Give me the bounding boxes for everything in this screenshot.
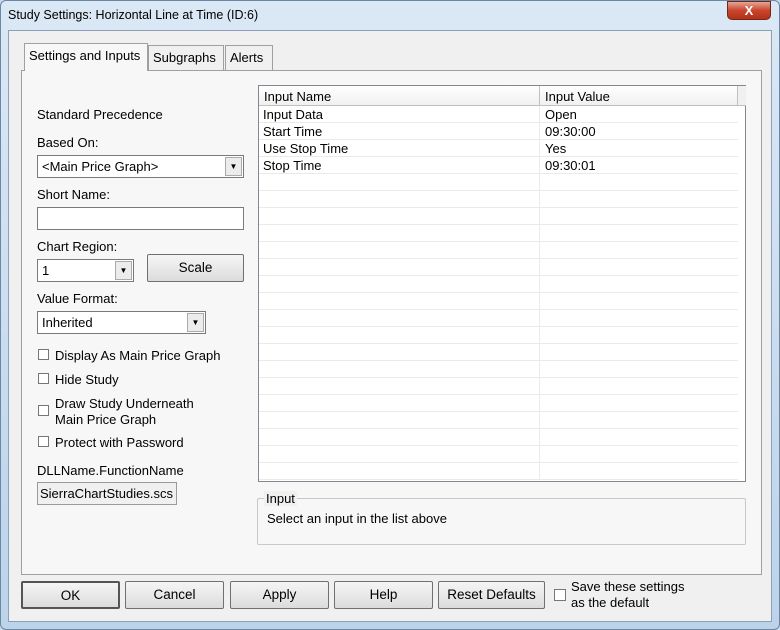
chart-region-value: 1 [42, 263, 50, 278]
table-row[interactable] [259, 276, 738, 293]
value-format-select[interactable]: Inherited ▼ [37, 311, 206, 334]
table-row[interactable] [259, 429, 738, 446]
input-name-cell: Start Time [263, 124, 323, 139]
based-on-label: Based On: [37, 135, 99, 150]
tab-alerts[interactable]: Alerts [225, 45, 273, 70]
tab-subgraphs[interactable]: Subgraphs [148, 45, 224, 70]
table-row[interactable]: Start Time 09:30:00 [259, 123, 738, 140]
input-description: Select an input in the list above [267, 511, 447, 526]
input-name-cell: Input Data [263, 107, 323, 122]
ok-button[interactable]: OK [21, 581, 120, 609]
based-on-value: <Main Price Graph> [42, 159, 159, 174]
table-row[interactable] [259, 412, 738, 429]
draw-underneath-checkbox[interactable] [38, 405, 49, 416]
standard-precedence-label: Standard Precedence [37, 107, 163, 122]
reset-defaults-button[interactable]: Reset Defaults [438, 581, 545, 609]
table-row[interactable] [259, 191, 738, 208]
table-row[interactable] [259, 225, 738, 242]
header-filler [738, 86, 746, 106]
save-default-label-2: as the default [571, 595, 650, 610]
table-row[interactable]: Stop Time 09:30:01 [259, 157, 738, 174]
table-row[interactable] [259, 361, 738, 378]
value-format-value: Inherited [42, 315, 93, 330]
chart-region-label: Chart Region: [37, 239, 118, 254]
column-header-input-value[interactable]: Input Value [540, 86, 738, 106]
apply-button[interactable]: Apply [230, 581, 329, 609]
table-row[interactable]: Input Data Open [259, 106, 738, 123]
table-row[interactable] [259, 446, 738, 463]
chevron-down-icon: ▼ [115, 261, 132, 280]
table-row[interactable] [259, 463, 738, 480]
chevron-down-icon: ▼ [225, 157, 242, 176]
table-row[interactable] [259, 378, 738, 395]
input-value-cell[interactable]: 09:30:01 [545, 158, 596, 173]
chart-region-select[interactable]: 1 ▼ [37, 259, 134, 282]
chevron-down-icon: ▼ [187, 313, 204, 332]
scale-button[interactable]: Scale [147, 254, 244, 282]
value-format-label: Value Format: [37, 291, 118, 306]
dll-field: SierraChartStudies.scs [37, 482, 177, 505]
display-as-main-checkbox[interactable] [38, 349, 49, 360]
tab-settings-and-inputs[interactable]: Settings and Inputs [24, 43, 148, 71]
input-value-cell[interactable]: Yes [545, 141, 566, 156]
based-on-select[interactable]: <Main Price Graph> ▼ [37, 155, 244, 178]
table-row[interactable] [259, 344, 738, 361]
table-row[interactable] [259, 208, 738, 225]
save-default-checkbox[interactable] [554, 589, 566, 601]
hide-study-checkbox[interactable] [38, 373, 49, 384]
inputs-grid: Input Name Input Value Input Data Open Sta… [258, 85, 746, 482]
column-header-input-name[interactable]: Input Name [259, 86, 540, 106]
close-button[interactable]: X [727, 1, 771, 20]
cancel-button[interactable]: Cancel [125, 581, 224, 609]
protect-password-label: Protect with Password [55, 435, 184, 450]
help-button[interactable]: Help [334, 581, 433, 609]
table-row[interactable] [259, 395, 738, 412]
hide-study-label: Hide Study [55, 372, 119, 387]
draw-underneath-label-2: Main Price Graph [55, 412, 157, 427]
input-group-title: Input [264, 491, 297, 506]
protect-password-checkbox[interactable] [38, 436, 49, 447]
save-default-label: Save these settings [571, 579, 685, 594]
display-as-main-label: Display As Main Price Graph [55, 348, 221, 363]
input-value-cell[interactable]: Open [545, 107, 577, 122]
table-row[interactable] [259, 174, 738, 191]
input-name-cell: Use Stop Time [263, 141, 349, 156]
draw-underneath-label: Draw Study Underneath [55, 396, 194, 411]
short-name-label: Short Name: [37, 187, 110, 202]
table-row[interactable] [259, 327, 738, 344]
input-value-cell[interactable]: 09:30:00 [545, 124, 596, 139]
table-row[interactable] [259, 242, 738, 259]
short-name-input[interactable] [37, 207, 244, 230]
dll-label: DLLName.FunctionName [37, 463, 184, 478]
table-row[interactable] [259, 293, 738, 310]
table-row[interactable] [259, 310, 738, 327]
window-title: Study Settings: Horizontal Line at Time … [8, 8, 259, 22]
input-name-cell: Stop Time [263, 158, 322, 173]
table-row[interactable]: Use Stop Time Yes [259, 140, 738, 157]
table-row[interactable] [259, 259, 738, 276]
